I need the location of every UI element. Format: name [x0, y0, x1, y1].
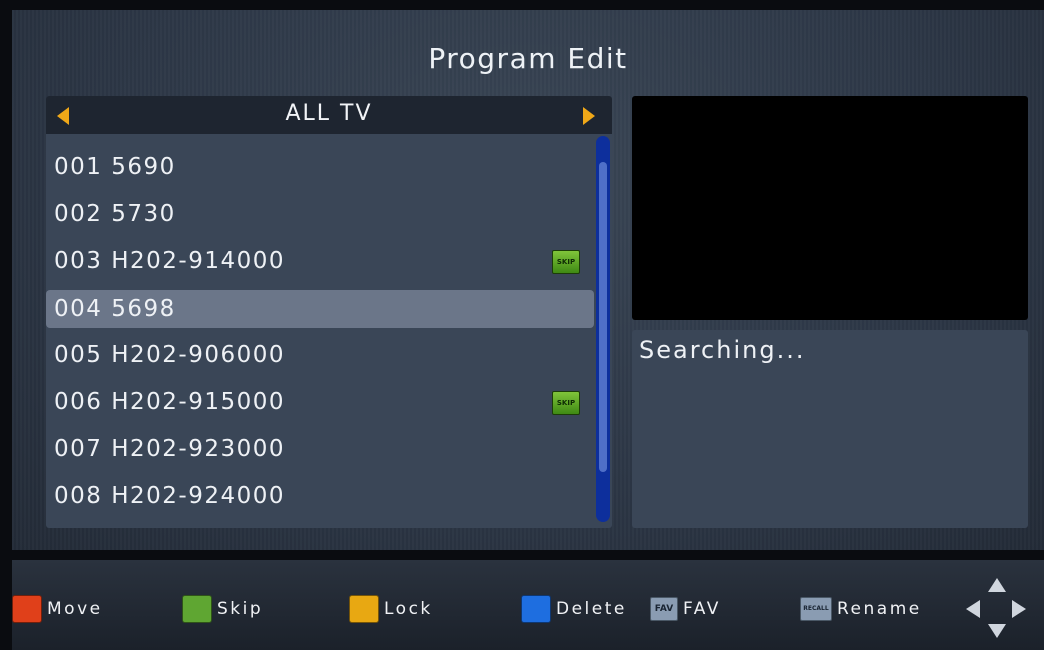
lock-key[interactable]: Lock — [349, 595, 433, 623]
fav-icon: FAV — [650, 597, 678, 621]
fav-key[interactable]: FAV FAV — [650, 596, 721, 622]
arrow-down-icon — [988, 624, 1006, 638]
delete-label: Delete — [556, 599, 627, 619]
channel-list: 001 5690 002 5730 003 H202-914000 SKIP 00… — [46, 144, 594, 520]
rename-key[interactable]: RECALL Rename — [800, 596, 922, 622]
delete-key[interactable]: Delete — [521, 595, 627, 623]
fav-label: FAV — [683, 599, 721, 619]
list-scrollbar[interactable] — [596, 136, 610, 522]
skip-label: Skip — [217, 599, 264, 619]
skip-icon: SKIP — [552, 250, 580, 274]
lock-label: Lock — [384, 599, 433, 619]
arrow-up-icon — [988, 578, 1006, 592]
info-panel: Searching... — [632, 330, 1028, 528]
yellow-button-icon — [349, 595, 379, 623]
channel-label: 001 5690 — [54, 154, 176, 180]
scrollbar-thumb[interactable] — [599, 162, 607, 472]
channel-label: 006 H202-915000 — [54, 389, 286, 415]
channel-label: 007 H202-923000 — [54, 436, 286, 462]
green-button-icon — [182, 595, 212, 623]
move-label: Move — [47, 599, 103, 619]
channel-label: 004 5698 — [54, 296, 176, 322]
channel-label: 003 H202-914000 — [54, 248, 286, 274]
program-edit-screen: Program Edit ALL TV 001 5690 002 5730 00… — [12, 10, 1044, 550]
channel-row-selected[interactable]: 004 5698 — [46, 290, 594, 328]
skip-icon: SKIP — [552, 391, 580, 415]
channel-row[interactable]: 008 H202-924000 — [46, 473, 594, 520]
group-selector[interactable]: ALL TV — [46, 96, 612, 134]
skip-key[interactable]: Skip — [182, 595, 264, 623]
channel-list-panel: ALL TV 001 5690 002 5730 003 H202-914000… — [46, 96, 612, 528]
page-title: Program Edit — [428, 42, 628, 75]
status-text: Searching... — [639, 336, 806, 364]
channel-label: 008 H202-924000 — [54, 483, 286, 509]
group-label: ALL TV — [285, 101, 373, 126]
channel-row[interactable]: 006 H202-915000 SKIP — [46, 379, 594, 426]
key-hint-bar: Move Skip Lock Delete FAV FAV RECALL Ren… — [12, 560, 1044, 650]
channel-row[interactable]: 003 H202-914000 SKIP — [46, 238, 594, 285]
channel-row[interactable]: 001 5690 — [46, 144, 594, 191]
arrow-left-icon — [966, 600, 980, 618]
channel-label: 005 H202-906000 — [54, 342, 286, 368]
channel-label: 002 5730 — [54, 201, 176, 227]
channel-row[interactable]: 005 H202-906000 — [46, 332, 594, 379]
move-key[interactable]: Move — [12, 595, 103, 623]
rename-label: Rename — [837, 599, 922, 619]
arrow-right-icon — [1012, 600, 1026, 618]
video-preview — [632, 96, 1028, 320]
recall-icon: RECALL — [800, 597, 832, 621]
triangle-right-icon[interactable] — [583, 107, 595, 125]
channel-row[interactable]: 007 H202-923000 — [46, 426, 594, 473]
channel-row[interactable]: 002 5730 — [46, 191, 594, 238]
blue-button-icon — [521, 595, 551, 623]
red-button-icon — [12, 595, 42, 623]
dpad-arrows-icon — [960, 574, 1030, 644]
